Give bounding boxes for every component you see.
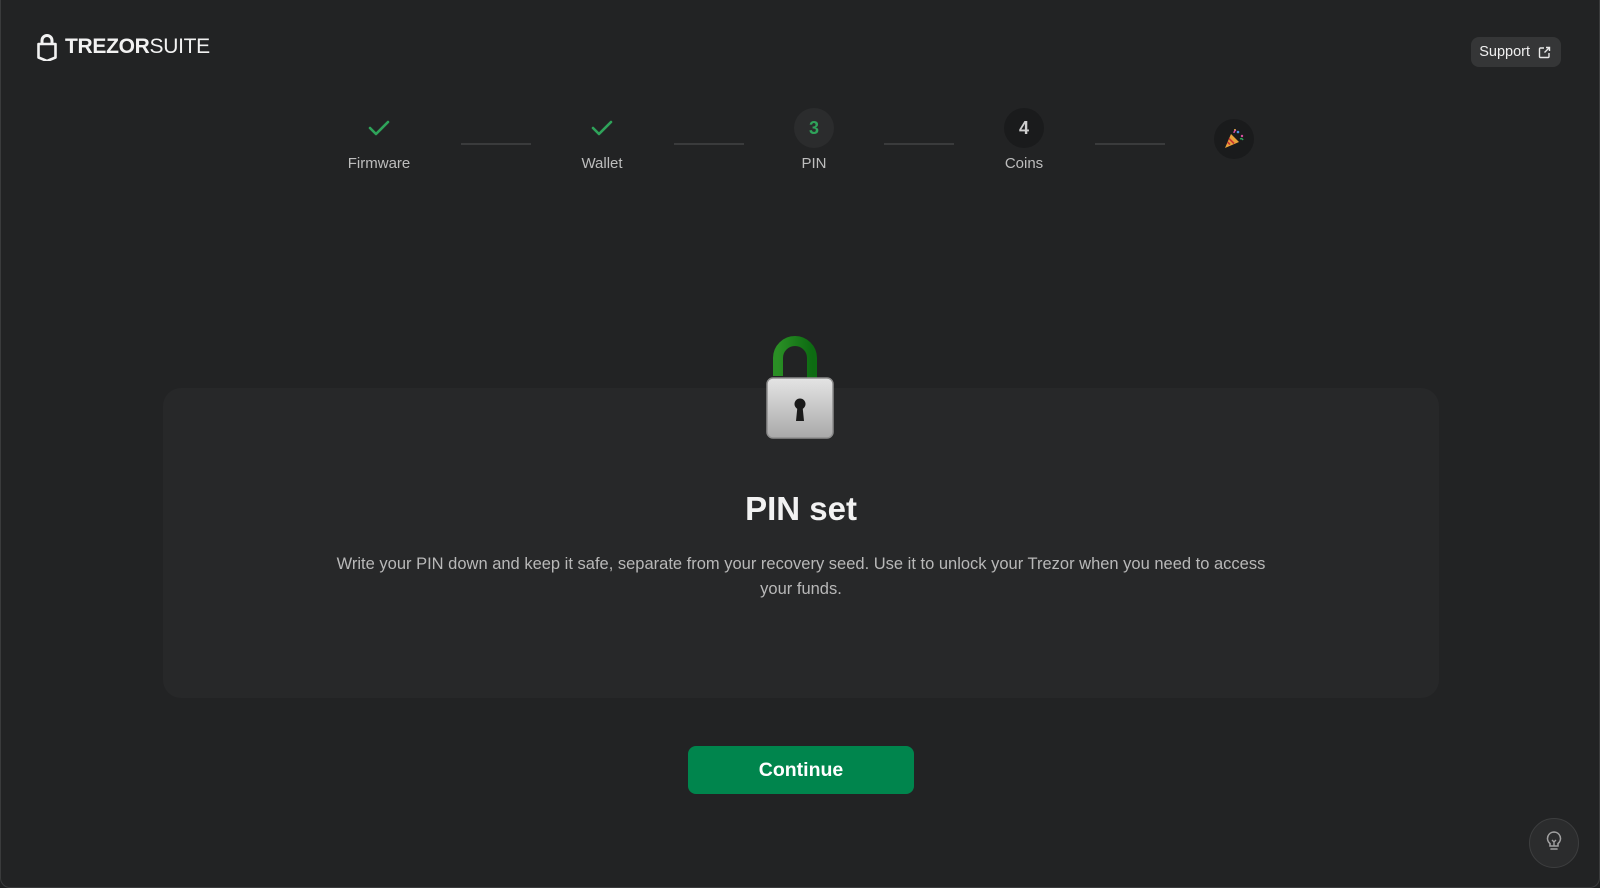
external-link-icon: [1538, 46, 1551, 59]
step-wallet: Wallet: [542, 108, 662, 172]
step-label: PIN: [801, 155, 827, 172]
step-label: Coins: [1004, 155, 1044, 172]
checkmark-icon: [582, 108, 622, 148]
step-label: Wallet: [581, 155, 623, 172]
step-number: 3: [794, 108, 834, 148]
step-connector: [1095, 143, 1165, 145]
step-number: 4: [1004, 108, 1044, 148]
lightbulb-tip-button[interactable]: [1529, 818, 1579, 868]
step-pin: 3 PIN: [754, 108, 874, 172]
card-title: PIN set: [745, 490, 857, 527]
support-label: Support: [1479, 44, 1530, 60]
lightbulb-icon: [1544, 830, 1564, 857]
app-window: TREZORSUITE Support Firmware Wallet 3 PI…: [0, 0, 1600, 888]
step-label: Firmware: [347, 155, 411, 172]
checkmark-icon: [359, 108, 399, 148]
step-connector: [674, 143, 744, 145]
continue-button[interactable]: Continue: [688, 746, 914, 794]
trezor-lock-icon: [37, 33, 57, 61]
step-firmware: Firmware: [319, 108, 439, 172]
step-connector: [884, 143, 954, 145]
card-description: Write your PIN down and keep it safe, se…: [336, 555, 1266, 598]
support-button[interactable]: Support: [1471, 37, 1561, 67]
logo-text-light: SUITE: [149, 35, 211, 58]
step-connector: [461, 143, 531, 145]
trezor-suite-logo: TREZORSUITE: [37, 33, 210, 61]
logo-text-bold: TREZOR: [65, 35, 150, 58]
unlocked-padlock-icon: [764, 336, 836, 444]
onboarding-stepper: Firmware Wallet 3 PIN 4 Coins: [1, 108, 1599, 188]
party-popper-icon: [1214, 119, 1254, 159]
step-coins: 4 Coins: [964, 108, 1084, 172]
logo-wordmark: TREZORSUITE: [65, 35, 210, 59]
